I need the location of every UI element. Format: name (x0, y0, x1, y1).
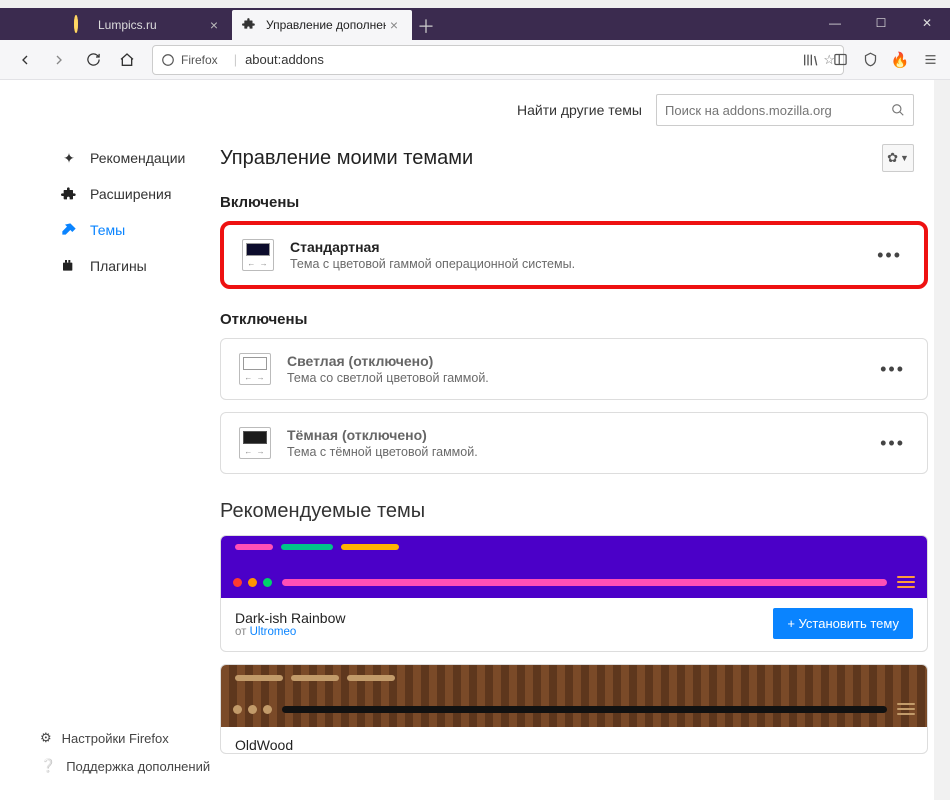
tab-addons[interactable]: Управление дополнениями × (232, 10, 412, 40)
more-options-icon[interactable]: ••• (877, 245, 906, 266)
tab-label: Lumpics.ru (98, 18, 206, 32)
search-row: Найти другие темы (220, 80, 928, 140)
hamburger-icon (897, 576, 915, 588)
addons-main: Найти другие темы Управление моими темам… (220, 80, 950, 800)
recommended-title: Рекомендуемые темы (220, 500, 928, 523)
theme-card-standard[interactable]: Стандартная Тема с цветовой гаммой опера… (220, 221, 928, 289)
sidebar-item-label: Рекомендации (90, 150, 185, 166)
sidebar-item-label: Плагины (90, 258, 147, 274)
theme-thumbnail (242, 239, 274, 271)
section-disabled-title: Отключены (220, 311, 928, 328)
more-options-icon[interactable]: ••• (880, 433, 909, 454)
close-tab-icon[interactable]: × (206, 18, 222, 32)
theme-card-light[interactable]: Светлая (отключено) Тема со светлой цвет… (220, 338, 928, 400)
theme-thumbnail (239, 427, 271, 459)
addons-page: ✦ Рекомендации Расширения Темы Плагины ⚙… (0, 80, 950, 800)
settings-label: Настройки Firefox (62, 731, 169, 746)
firefox-identity-icon (161, 53, 175, 67)
install-theme-button[interactable]: + Установить тему (773, 608, 913, 639)
search-box[interactable] (656, 94, 914, 126)
url-text: about:addons (245, 52, 815, 67)
brush-icon (60, 222, 78, 238)
sidebar-item-extensions[interactable]: Расширения (40, 176, 220, 212)
app-menu-icon[interactable] (920, 50, 940, 70)
tab-strip: Lumpics.ru × Управление дополнениями × ＋… (0, 8, 950, 40)
minimize-button[interactable]: — (812, 8, 858, 38)
theme-description: Тема со светлой цветовой гаммой. (287, 371, 864, 385)
sidebar-item-label: Расширения (90, 186, 171, 202)
favicon-lumpics (74, 17, 90, 33)
theme-card-text: Стандартная Тема с цветовой гаммой опера… (290, 239, 861, 271)
sidebar-item-recommendations[interactable]: ✦ Рекомендации (40, 140, 220, 176)
recommended-theme-card: Dark-ish Rainbow от Ultromeo + Установит… (220, 535, 928, 652)
theme-description: Тема с цветовой гаммой операционной сист… (290, 257, 861, 271)
identity-box[interactable]: Firefox (161, 53, 226, 67)
theme-card-text: Светлая (отключено) Тема со светлой цвет… (287, 353, 864, 385)
theme-card-dark[interactable]: Тёмная (отключено) Тема с тёмной цветово… (220, 412, 928, 474)
recommended-themes-block: Рекомендуемые темы Dark-ish Rainbow от U… (220, 500, 928, 754)
url-bar[interactable]: Firefox | about:addons ☆ (152, 45, 844, 75)
hamburger-icon (897, 703, 915, 715)
theme-title: Светлая (отключено) (287, 353, 864, 369)
gear-icon: ⚙ (40, 730, 52, 746)
chevron-down-icon: ▼ (900, 153, 909, 163)
section-enabled-title: Включены (220, 194, 928, 211)
shield-icon[interactable] (860, 50, 880, 70)
tools-gear-button[interactable]: ✿ ▼ (882, 144, 914, 172)
rec-theme-author: от Ultromeo (235, 626, 345, 638)
rec-theme-name: OldWood (235, 737, 293, 753)
sidebar-item-plugins[interactable]: Плагины (40, 248, 220, 284)
sparkle-icon: ✦ (60, 150, 78, 167)
author-link[interactable]: Ultromeo (250, 626, 297, 638)
scrollbar[interactable] (934, 80, 950, 800)
theme-card-text: Тёмная (отключено) Тема с тёмной цветово… (287, 427, 864, 459)
nav-toolbar: Firefox | about:addons ☆ 🔥 (0, 40, 950, 80)
extension-flame-icon[interactable]: 🔥 (890, 50, 910, 70)
close-window-button[interactable]: ✕ (904, 8, 950, 38)
new-tab-button[interactable]: ＋ (412, 12, 440, 40)
puzzle-icon (60, 186, 78, 202)
window-controls: — ☐ ✕ (812, 8, 950, 38)
sidebar-item-label: Темы (90, 222, 125, 238)
favicon-addons (242, 17, 258, 33)
theme-thumbnail (239, 353, 271, 385)
plugin-icon (60, 258, 78, 274)
forward-button[interactable] (44, 45, 74, 75)
theme-preview (221, 536, 927, 598)
home-button[interactable] (112, 45, 142, 75)
page-title: Управление моими темами (220, 147, 473, 170)
back-button[interactable] (10, 45, 40, 75)
theme-title: Стандартная (290, 239, 861, 255)
search-icon[interactable] (891, 103, 905, 117)
help-icon: ❔ (40, 758, 56, 774)
window-titlebar-spacer (0, 0, 950, 8)
sidebar-icon[interactable] (830, 50, 850, 70)
rec-theme-name: Dark-ish Rainbow (235, 610, 345, 626)
addons-sidebar: ✦ Рекомендации Расширения Темы Плагины ⚙… (0, 80, 220, 800)
find-more-label: Найти другие темы (517, 102, 642, 118)
search-input[interactable] (665, 103, 891, 118)
theme-preview (221, 665, 927, 727)
maximize-button[interactable]: ☐ (858, 8, 904, 38)
theme-title: Тёмная (отключено) (287, 427, 864, 443)
settings-link[interactable]: ⚙ Настройки Firefox (40, 724, 210, 752)
close-tab-icon[interactable]: × (386, 18, 402, 32)
sidebar-footer: ⚙ Настройки Firefox ❔ Поддержка дополнен… (40, 724, 210, 780)
reload-button[interactable] (78, 45, 108, 75)
page-header-row: Управление моими темами ✿ ▼ (220, 140, 928, 172)
tab-lumpics[interactable]: Lumpics.ru × (64, 10, 232, 40)
more-options-icon[interactable]: ••• (880, 359, 909, 380)
toolbar-right: 🔥 (800, 50, 940, 70)
support-link[interactable]: ❔ Поддержка дополнений (40, 752, 210, 780)
recommended-theme-card: OldWood (220, 664, 928, 754)
sidebar-item-themes[interactable]: Темы (40, 212, 220, 248)
identity-text: Firefox (181, 53, 218, 67)
tab-label: Управление дополнениями (266, 18, 386, 32)
support-label: Поддержка дополнений (66, 759, 210, 774)
library-icon[interactable] (800, 50, 820, 70)
theme-description: Тема с тёмной цветовой гаммой. (287, 445, 864, 459)
gear-icon: ✿ (887, 150, 898, 166)
